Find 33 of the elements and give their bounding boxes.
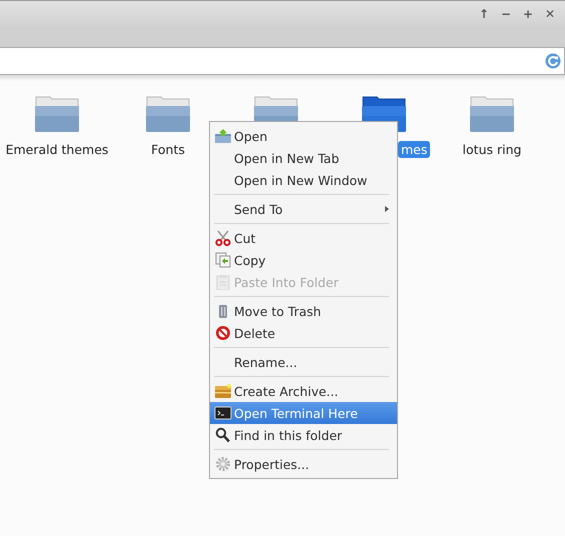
window-button[interactable]: − [497,5,515,23]
archive-box-icon [214,383,232,399]
reload-icon[interactable] [545,53,561,69]
address-field[interactable] [0,47,565,75]
search-icon [214,427,232,443]
folder-label[interactable]: lotus ring [460,141,524,158]
no-entry-icon [214,325,232,341]
gear-icon [214,456,232,472]
window-button[interactable]: + [519,5,537,23]
menu-item[interactable]: Open in New Window [210,169,397,191]
clipboard-icon [214,274,232,290]
menu-item[interactable]: Open [210,125,397,147]
menu-item[interactable]: Delete [210,322,397,344]
menu-item[interactable]: Rename... [210,351,397,373]
menu-item[interactable]: Cut [210,227,397,249]
window-button[interactable]: ↑ [475,5,493,23]
menu-item[interactable]: Find in this folder [210,424,397,446]
folder-label[interactable]: mes [398,141,430,158]
terminal-icon [214,405,232,421]
folder-label[interactable]: Fonts [148,141,188,158]
copy-icon [214,252,232,268]
folder-open-icon [214,128,232,144]
menu-item[interactable]: Open in New Tab [210,147,397,169]
window-button[interactable]: ✕ [541,5,559,23]
menu-item[interactable]: Open Terminal Here [210,402,397,424]
menu-item[interactable]: Create Archive... [210,380,397,402]
folder-label[interactable]: Emerald themes [2,141,112,158]
menu-item[interactable]: Copy [210,249,397,271]
scissors-icon [214,230,232,246]
menu-item[interactable]: Send To [210,198,397,220]
menu-item[interactable]: Move to Trash [210,300,397,322]
menu-item[interactable]: Properties... [210,453,397,475]
submenu-arrow-icon [385,206,389,212]
